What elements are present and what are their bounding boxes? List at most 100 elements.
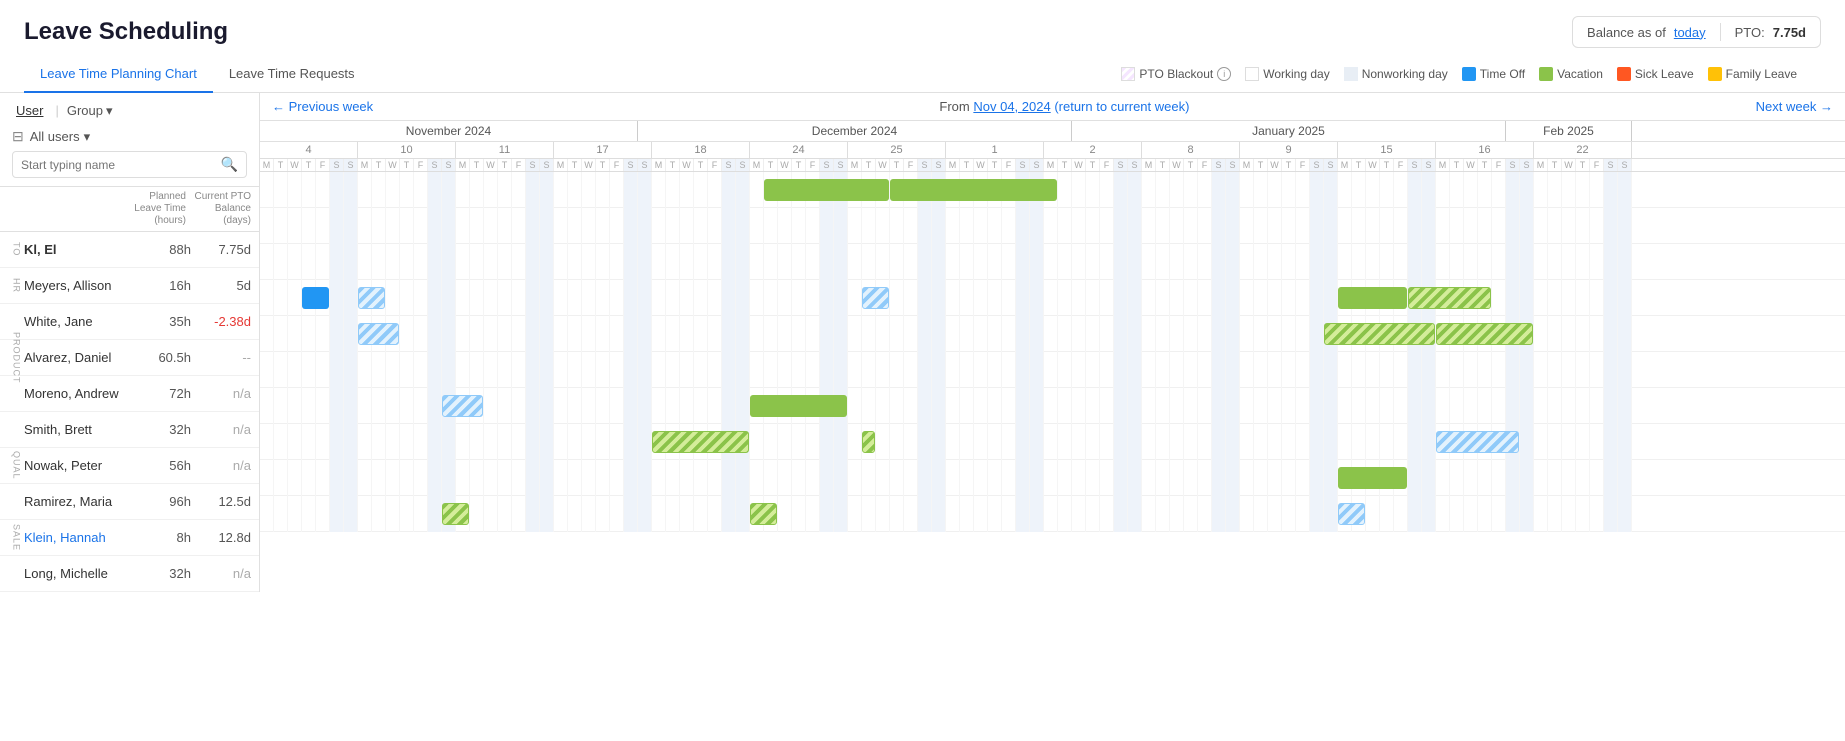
legend-item-pto-blackout: PTO Blackouti: [1121, 67, 1231, 81]
gantt-cell: [666, 388, 680, 424]
gantt-cell: [1240, 316, 1254, 352]
gantt-cell: [876, 172, 890, 208]
legend-swatch-sick-leave: [1617, 67, 1631, 81]
gantt-cell: [1324, 172, 1338, 208]
day-header-cell: W: [288, 159, 302, 171]
gantt-cell: [1002, 352, 1016, 388]
tab-requests[interactable]: Leave Time Requests: [213, 56, 371, 93]
gantt-cell: [1604, 460, 1618, 496]
info-icon[interactable]: i: [1217, 67, 1231, 81]
gantt-cell: [1576, 388, 1590, 424]
table-row[interactable]: Moreno, Andrew72hn/a: [0, 376, 259, 412]
table-row[interactable]: QUALNowak, Peter56hn/a: [0, 448, 259, 484]
gantt-cell: [1478, 496, 1492, 532]
user-name[interactable]: Klein, Hannah: [24, 530, 131, 545]
gantt-cell: [582, 352, 596, 388]
gantt-cell: [1310, 280, 1324, 316]
gantt-cell: [932, 352, 946, 388]
table-row[interactable]: PRODUCTAlvarez, Daniel60.5h--: [0, 340, 259, 376]
group-btn[interactable]: Group ▾: [67, 103, 113, 119]
gantt-cell: [428, 244, 442, 280]
all-users-filter[interactable]: All users ▾: [30, 129, 90, 145]
gantt-cell: [1366, 424, 1380, 460]
day-header-cell: F: [1198, 159, 1212, 171]
table-row[interactable]: TOKl, El88h7.75d: [0, 232, 259, 268]
gantt-cell: [1534, 280, 1548, 316]
gantt-cell: [652, 280, 666, 316]
gantt-cell: [1562, 388, 1576, 424]
gantt-cell: [540, 172, 554, 208]
gantt-cell: [344, 316, 358, 352]
gantt-cell: [1366, 280, 1380, 316]
gantt-cell: [316, 352, 330, 388]
gantt-cell: [484, 172, 498, 208]
gantt-cell: [288, 424, 302, 460]
table-row[interactable]: Long, Michelle32hn/a: [0, 556, 259, 592]
gantt-cell: [1240, 352, 1254, 388]
gantt-cell: [260, 388, 274, 424]
gantt-cell: [456, 172, 470, 208]
next-week-btn[interactable]: Next week →: [1756, 99, 1833, 114]
gantt-cell: [568, 280, 582, 316]
gantt-cell: [316, 460, 330, 496]
return-link[interactable]: (return to current week): [1054, 99, 1189, 114]
gantt-cell: [1436, 316, 1450, 352]
table-row[interactable]: SALEKlein, Hannah8h12.8d: [0, 520, 259, 556]
gantt-cell: [946, 244, 960, 280]
day-header-cell: M: [456, 159, 470, 171]
search-box[interactable]: 🔍: [12, 151, 247, 178]
gantt-cell: [918, 208, 932, 244]
gantt-cell: [498, 496, 512, 532]
gantt-cell: [260, 496, 274, 532]
gantt-cell: [386, 496, 400, 532]
gantt-cell: [414, 280, 428, 316]
gantt-cell: [876, 496, 890, 532]
gantt-cell: [1548, 352, 1562, 388]
gantt-cell: [1604, 280, 1618, 316]
gantt-cell: [288, 280, 302, 316]
gantt-cell: [1450, 172, 1464, 208]
prev-week-btn[interactable]: ← Previous week: [272, 99, 373, 114]
day-header-cell: T: [792, 159, 806, 171]
gantt-cell: [750, 352, 764, 388]
gantt-cell: [498, 424, 512, 460]
gantt-cell: [1016, 208, 1030, 244]
dept-indicator: TO: [8, 242, 24, 256]
table-row[interactable]: White, Jane35h-2.38d: [0, 304, 259, 340]
table-row[interactable]: HRMeyers, Allison16h5d: [0, 268, 259, 304]
day-header-cell: T: [274, 159, 288, 171]
day-header-cell: S: [624, 159, 638, 171]
legend-label-time-off: Time Off: [1480, 67, 1525, 81]
gantt-cell: [778, 388, 792, 424]
table-row[interactable]: Smith, Brett32hn/a: [0, 412, 259, 448]
gantt-cell: [1044, 172, 1058, 208]
gantt-cell: [638, 460, 652, 496]
today-link[interactable]: today: [1674, 25, 1706, 40]
gantt-cell: [1562, 352, 1576, 388]
week-header-cell: 17: [554, 142, 652, 158]
gantt-cell: [456, 496, 470, 532]
gantt-cell: [820, 496, 834, 532]
day-header-cell: M: [652, 159, 666, 171]
pto-balance: n/a: [191, 386, 251, 401]
day-header-cell: T: [1450, 159, 1464, 171]
user-tab[interactable]: User: [12, 101, 47, 120]
gantt-cell: [1478, 244, 1492, 280]
gantt-cell: [1324, 496, 1338, 532]
gantt-cell: [960, 352, 974, 388]
tab-chart[interactable]: Leave Time Planning Chart: [24, 56, 213, 93]
gantt-cell: [946, 460, 960, 496]
gantt-row: [260, 460, 1845, 496]
table-row[interactable]: Ramirez, Maria96h12.5d: [0, 484, 259, 520]
day-header-cell: T: [666, 159, 680, 171]
gantt-cell: [904, 172, 918, 208]
from-date-link[interactable]: Nov 04, 2024: [973, 99, 1050, 114]
search-input[interactable]: [21, 158, 217, 172]
gantt-cell: [904, 244, 918, 280]
gantt-cell: [652, 424, 666, 460]
day-header-cell: F: [414, 159, 428, 171]
gantt-cell: [1464, 460, 1478, 496]
gantt-cell: [792, 460, 806, 496]
gantt-cell: [596, 496, 610, 532]
gantt-cell: [372, 424, 386, 460]
